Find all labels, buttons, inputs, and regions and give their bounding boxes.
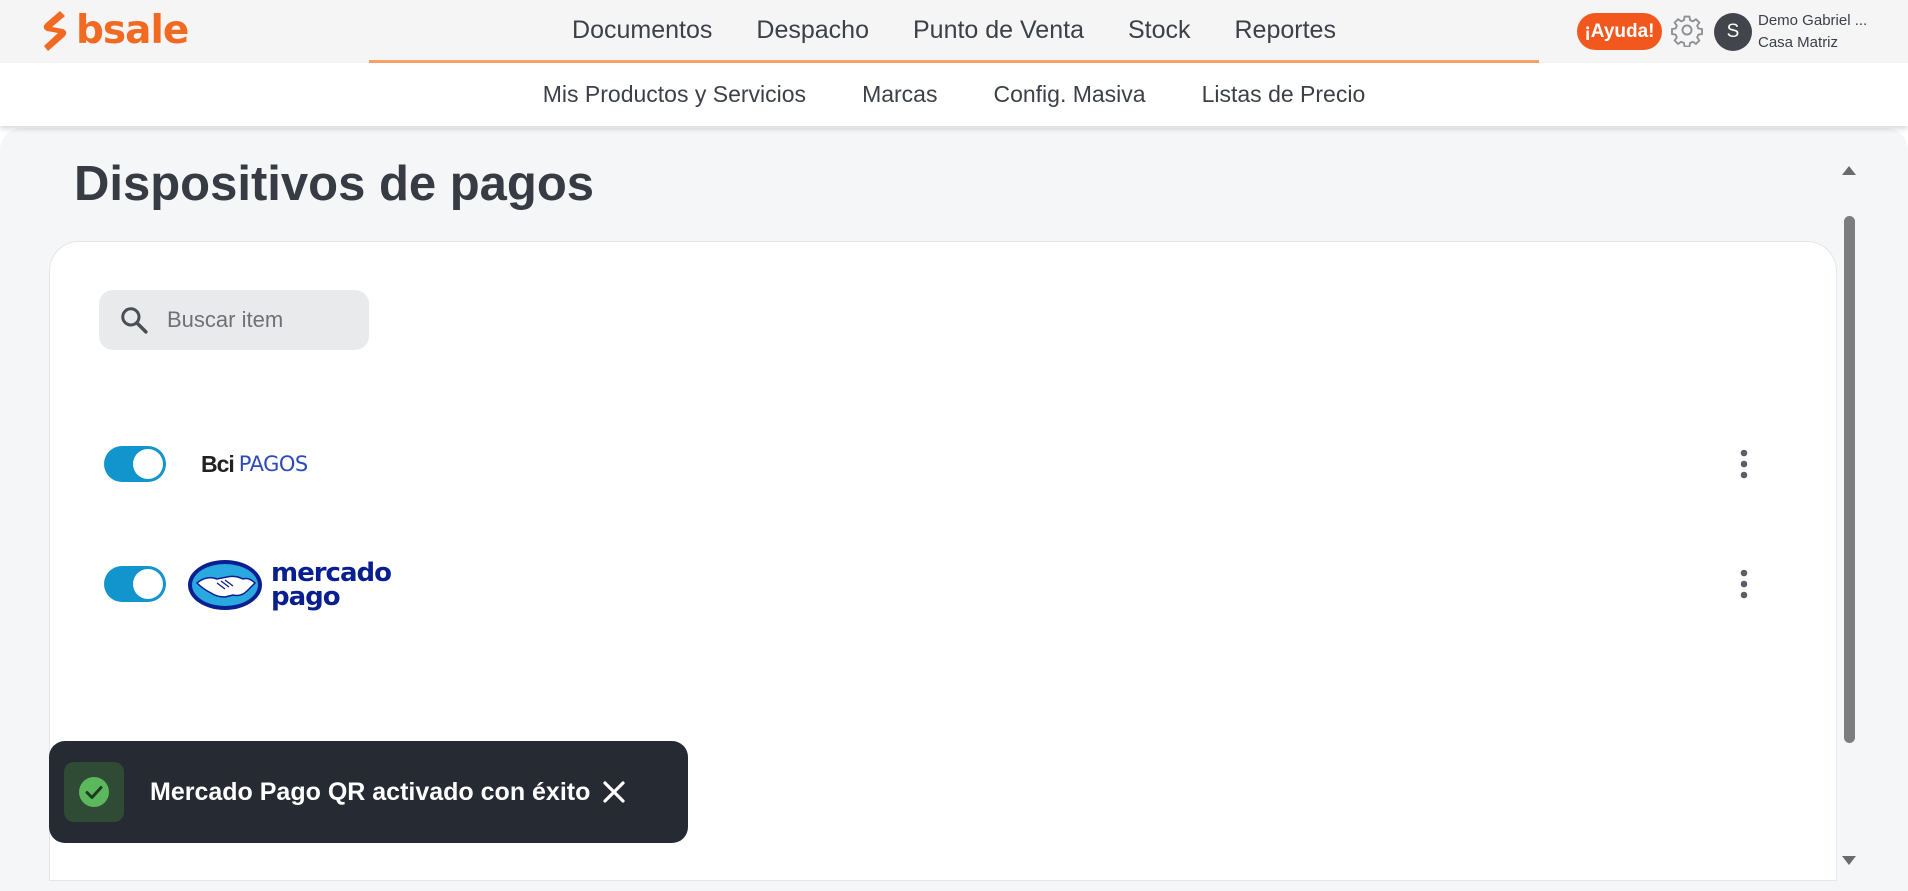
toggle-knob [133, 449, 163, 479]
brand-name: bsale [76, 8, 189, 53]
avatar[interactable]: S [1714, 13, 1752, 51]
toast-message: Mercado Pago QR activado con éxito [150, 777, 591, 806]
main-nav: Documentos Despacho Punto de Venta Stock… [369, 0, 1539, 63]
bci-pagos-logo: Bci PAGOS [201, 448, 308, 480]
bsale-logo-icon [43, 11, 67, 51]
success-toast: Mercado Pago QR activado con éxito [49, 741, 688, 843]
search-input[interactable] [167, 307, 347, 333]
nav-item-reportes[interactable]: Reportes [1213, 0, 1358, 62]
search-icon [121, 307, 148, 334]
sub-nav: Mis Productos y Servicios Marcas Config.… [0, 63, 1908, 126]
nav-item-stock[interactable]: Stock [1106, 0, 1213, 62]
subnav-item-listas-de-precio[interactable]: Listas de Precio [1174, 81, 1394, 108]
scroll-thumb[interactable] [1844, 216, 1855, 743]
user-name: Demo Gabriel ... [1758, 12, 1868, 29]
mercado-pago-wordmark: mercado pago [271, 560, 392, 612]
brand-logo[interactable]: bsale [38, 8, 189, 53]
scroll-down-arrow-icon[interactable] [1842, 856, 1856, 865]
subnav-item-mis-productos[interactable]: Mis Productos y Servicios [515, 81, 834, 108]
check-circle-icon [79, 777, 109, 807]
mercado-pago-toggle[interactable] [104, 566, 166, 602]
gear-icon[interactable] [1670, 13, 1704, 47]
device-row-mercado-pago: mercado pago [50, 544, 1838, 624]
mercado-pago-logo: mercado pago [187, 559, 392, 612]
page-title: Dispositivos de pagos [74, 157, 595, 211]
mercado-pago-more-icon[interactable] [1730, 566, 1758, 602]
device-row-bci-pagos: Bci PAGOS [50, 424, 1838, 504]
nav-item-despacho[interactable]: Despacho [734, 0, 891, 62]
help-button[interactable]: ¡Ayuda! [1577, 13, 1662, 50]
handshake-icon [188, 560, 262, 610]
user-menu[interactable]: Demo Gabriel ... Casa Matriz [1758, 10, 1898, 54]
nav-item-punto-de-venta[interactable]: Punto de Venta [891, 0, 1106, 62]
top-bar: bsale Documentos Despacho Punto de Venta… [0, 0, 1908, 63]
toggle-knob [133, 569, 163, 599]
user-branch: Casa Matriz [1758, 34, 1839, 51]
bci-logo-prefix: Bci [201, 450, 235, 477]
close-icon[interactable] [601, 779, 627, 805]
scroll-up-arrow-icon[interactable] [1842, 166, 1856, 175]
toast-status-badge [64, 762, 124, 822]
bci-logo-suffix: PAGOS [238, 452, 308, 476]
nav-item-documentos[interactable]: Documentos [550, 0, 734, 62]
subnav-item-marcas[interactable]: Marcas [834, 81, 965, 108]
mercado-pago-line2: pago [271, 582, 341, 612]
search-box[interactable] [99, 290, 369, 350]
vertical-scrollbar[interactable] [1838, 158, 1860, 868]
subnav-item-config-masiva[interactable]: Config. Masiva [965, 81, 1173, 108]
bci-pagos-toggle[interactable] [104, 446, 166, 482]
bci-pagos-more-icon[interactable] [1730, 446, 1758, 482]
